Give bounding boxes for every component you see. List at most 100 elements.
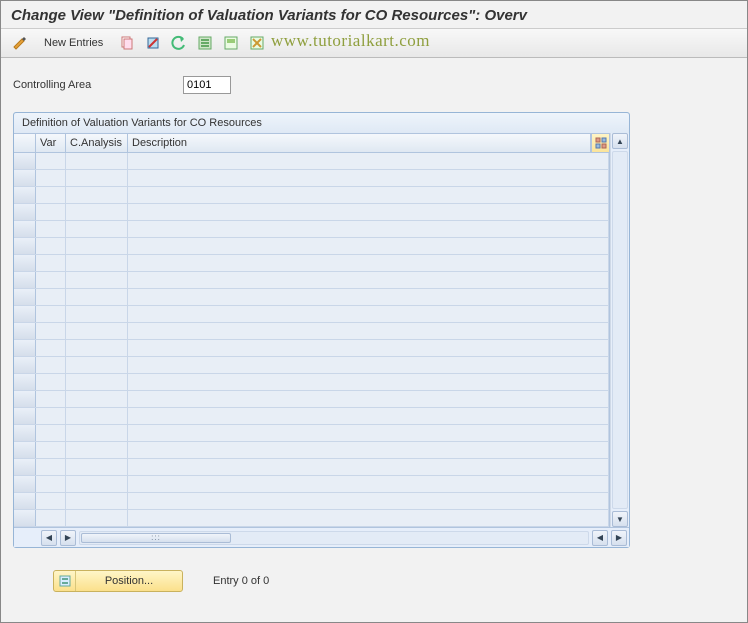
column-var[interactable]: Var xyxy=(36,134,66,152)
cell-description[interactable] xyxy=(128,340,609,356)
scroll-up-icon[interactable]: ▲ xyxy=(612,133,628,149)
cell-description[interactable] xyxy=(128,170,609,186)
row-selector[interactable] xyxy=(14,510,36,526)
row-selector[interactable] xyxy=(14,170,36,186)
cell-description[interactable] xyxy=(128,425,609,441)
cell-var[interactable] xyxy=(36,357,66,373)
cell-var[interactable] xyxy=(36,391,66,407)
cell-canalysis[interactable] xyxy=(66,374,128,390)
scroll-left-first-icon[interactable]: ◀ xyxy=(41,530,57,546)
row-selector[interactable] xyxy=(14,459,36,475)
cell-description[interactable] xyxy=(128,408,609,424)
cell-description[interactable] xyxy=(128,459,609,475)
row-selector[interactable] xyxy=(14,408,36,424)
cell-var[interactable] xyxy=(36,306,66,322)
controlling-area-input[interactable] xyxy=(183,76,231,94)
cell-description[interactable] xyxy=(128,374,609,390)
cell-canalysis[interactable] xyxy=(66,340,128,356)
row-selector[interactable] xyxy=(14,425,36,441)
row-selector[interactable] xyxy=(14,340,36,356)
cell-var[interactable] xyxy=(36,476,66,492)
cell-description[interactable] xyxy=(128,272,609,288)
cell-canalysis[interactable] xyxy=(66,391,128,407)
cell-canalysis[interactable] xyxy=(66,221,128,237)
cell-canalysis[interactable] xyxy=(66,187,128,203)
row-selector[interactable] xyxy=(14,493,36,509)
column-selector[interactable] xyxy=(14,134,36,152)
cell-canalysis[interactable] xyxy=(66,408,128,424)
cell-canalysis[interactable] xyxy=(66,510,128,526)
cell-description[interactable] xyxy=(128,255,609,271)
cell-var[interactable] xyxy=(36,510,66,526)
scroll-thumb-horizontal[interactable]: ::: xyxy=(81,533,231,543)
row-selector[interactable] xyxy=(14,153,36,169)
row-selector[interactable] xyxy=(14,476,36,492)
row-selector[interactable] xyxy=(14,374,36,390)
cell-description[interactable] xyxy=(128,187,609,203)
cell-canalysis[interactable] xyxy=(66,357,128,373)
scroll-track-horizontal[interactable]: ::: xyxy=(79,531,589,545)
row-selector[interactable] xyxy=(14,442,36,458)
cell-var[interactable] xyxy=(36,289,66,305)
cell-canalysis[interactable] xyxy=(66,493,128,509)
cell-var[interactable] xyxy=(36,425,66,441)
cell-description[interactable] xyxy=(128,153,609,169)
cell-var[interactable] xyxy=(36,340,66,356)
scroll-down-icon[interactable]: ▼ xyxy=(612,511,628,527)
cell-description[interactable] xyxy=(128,510,609,526)
row-selector[interactable] xyxy=(14,289,36,305)
cell-var[interactable] xyxy=(36,187,66,203)
row-selector[interactable] xyxy=(14,204,36,220)
scroll-track-vertical[interactable] xyxy=(612,151,628,509)
column-description[interactable]: Description xyxy=(128,134,591,152)
cell-canalysis[interactable] xyxy=(66,289,128,305)
cell-canalysis[interactable] xyxy=(66,442,128,458)
cell-var[interactable] xyxy=(36,408,66,424)
cell-var[interactable] xyxy=(36,374,66,390)
select-block-icon[interactable] xyxy=(220,32,242,54)
cell-var[interactable] xyxy=(36,272,66,288)
cell-canalysis[interactable] xyxy=(66,272,128,288)
cell-description[interactable] xyxy=(128,306,609,322)
delete-icon[interactable] xyxy=(142,32,164,54)
cell-description[interactable] xyxy=(128,238,609,254)
vertical-scrollbar[interactable]: ▲ ▼ xyxy=(610,133,629,527)
select-all-icon[interactable] xyxy=(194,32,216,54)
cell-description[interactable] xyxy=(128,442,609,458)
row-selector[interactable] xyxy=(14,391,36,407)
scroll-right-last-icon[interactable]: ▶ xyxy=(611,530,627,546)
scroll-left-icon[interactable]: ▶ xyxy=(60,530,76,546)
cell-description[interactable] xyxy=(128,493,609,509)
cell-canalysis[interactable] xyxy=(66,323,128,339)
cell-canalysis[interactable] xyxy=(66,425,128,441)
cell-canalysis[interactable] xyxy=(66,204,128,220)
cell-description[interactable] xyxy=(128,391,609,407)
cell-description[interactable] xyxy=(128,357,609,373)
cell-canalysis[interactable] xyxy=(66,255,128,271)
cell-canalysis[interactable] xyxy=(66,170,128,186)
cell-var[interactable] xyxy=(36,493,66,509)
toggle-change-icon[interactable] xyxy=(9,32,31,54)
undo-icon[interactable] xyxy=(168,32,190,54)
cell-description[interactable] xyxy=(128,323,609,339)
row-selector[interactable] xyxy=(14,357,36,373)
cell-description[interactable] xyxy=(128,289,609,305)
cell-description[interactable] xyxy=(128,221,609,237)
cell-var[interactable] xyxy=(36,153,66,169)
cell-var[interactable] xyxy=(36,459,66,475)
cell-canalysis[interactable] xyxy=(66,459,128,475)
row-selector[interactable] xyxy=(14,221,36,237)
cell-var[interactable] xyxy=(36,238,66,254)
row-selector[interactable] xyxy=(14,306,36,322)
row-selector[interactable] xyxy=(14,323,36,339)
cell-canalysis[interactable] xyxy=(66,306,128,322)
row-selector[interactable] xyxy=(14,272,36,288)
position-button[interactable]: Position... xyxy=(53,570,183,592)
new-entries-button[interactable]: New Entries xyxy=(35,32,112,54)
cell-description[interactable] xyxy=(128,476,609,492)
row-selector[interactable] xyxy=(14,187,36,203)
cell-var[interactable] xyxy=(36,323,66,339)
cell-var[interactable] xyxy=(36,170,66,186)
configure-columns-icon[interactable] xyxy=(591,134,609,152)
cell-canalysis[interactable] xyxy=(66,476,128,492)
